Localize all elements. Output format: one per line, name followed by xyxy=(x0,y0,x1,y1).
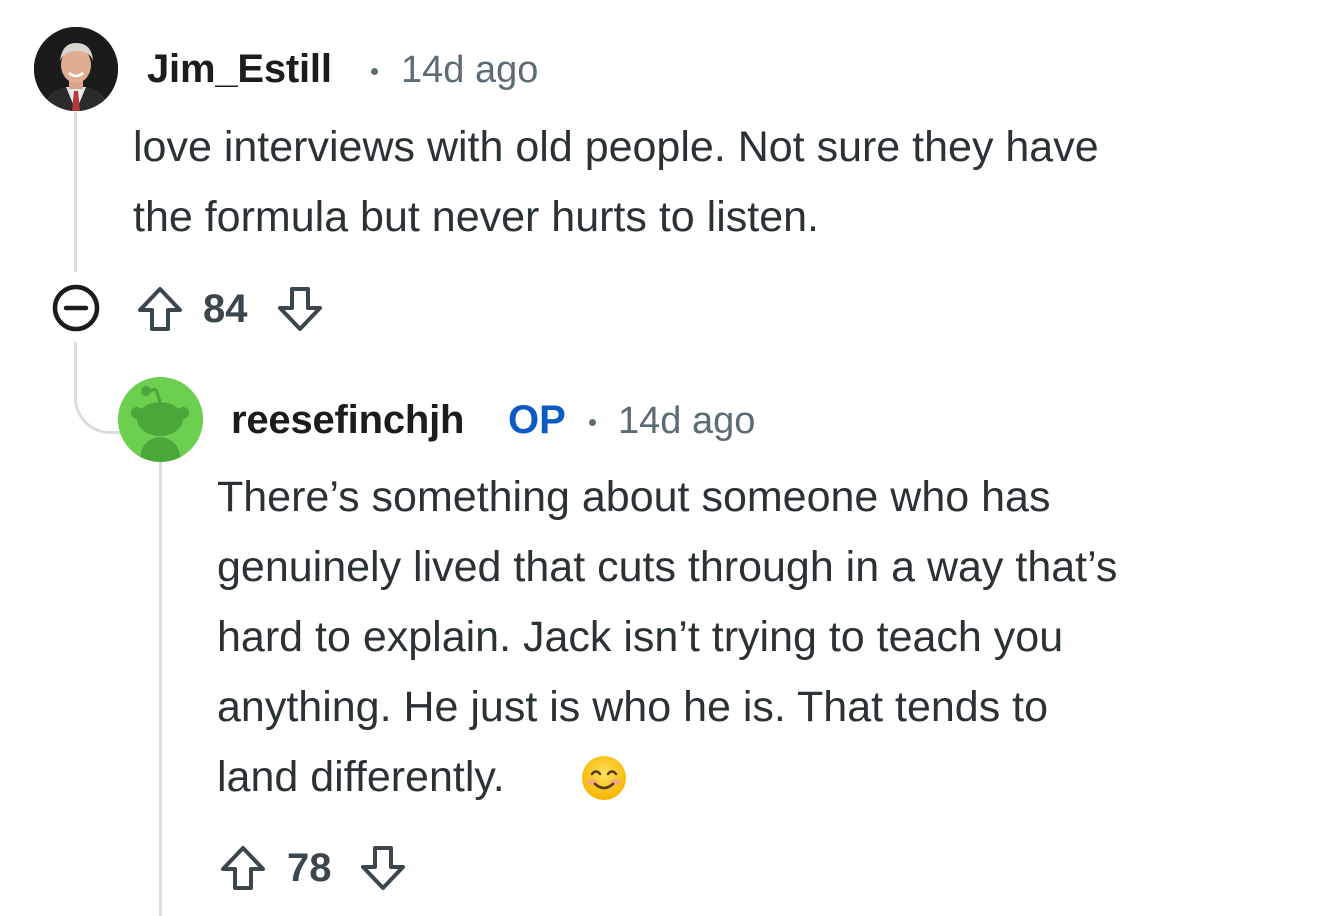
collapse-minus-icon xyxy=(52,284,100,332)
comment-body-line: There’s something about someone who has xyxy=(217,473,1051,521)
thread-line-reply xyxy=(159,462,162,916)
thread-line-upper xyxy=(74,112,77,272)
smiling-face-emoji-icon xyxy=(580,754,628,802)
meta-separator-dot xyxy=(371,68,378,75)
vote-score: 78 xyxy=(287,846,332,890)
profile-photo-avatar-icon xyxy=(34,27,118,111)
comment-body: love interviews with old people. Not sur… xyxy=(133,112,1099,252)
upvote-button[interactable] xyxy=(134,283,186,335)
comment-timestamp[interactable]: 14d ago xyxy=(618,400,755,443)
upvote-arrow-icon xyxy=(138,287,182,331)
snoo-avatar-icon xyxy=(118,377,203,462)
comment-body: There’s something about someone who has … xyxy=(217,462,1117,812)
reesefinchjh-avatar[interactable] xyxy=(118,377,203,462)
downvote-button[interactable] xyxy=(274,283,326,335)
comment-body-line: hard to explain. Jack isn’t trying to te… xyxy=(217,613,1064,661)
comment-body-line-text: land differently. xyxy=(217,753,505,801)
jim-estill-avatar[interactable] xyxy=(34,27,118,111)
downvote-arrow-icon xyxy=(278,287,322,331)
comment-timestamp[interactable]: 14d ago xyxy=(401,49,538,92)
downvote-button[interactable] xyxy=(357,842,409,894)
op-badge: OP xyxy=(508,398,566,442)
comment-body-line-last: land differently. xyxy=(217,742,1117,812)
comment-body-line: genuinely lived that cuts through in a w… xyxy=(217,543,1118,591)
comment-body-line: the formula but never hurts to listen. xyxy=(133,193,819,241)
downvote-arrow-icon xyxy=(361,846,405,890)
comment-body-line: anything. He just is who he is. That ten… xyxy=(217,683,1049,731)
meta-separator-dot xyxy=(589,419,596,426)
comment-body-line: love interviews with old people. Not sur… xyxy=(133,123,1099,171)
upvote-button[interactable] xyxy=(217,842,269,894)
comment-author[interactable]: Jim_Estill xyxy=(147,47,332,92)
vote-score: 84 xyxy=(203,287,248,331)
upvote-arrow-icon xyxy=(221,846,265,890)
comment-author[interactable]: reesefinchjh xyxy=(231,398,464,443)
collapse-thread-button[interactable] xyxy=(51,283,101,333)
